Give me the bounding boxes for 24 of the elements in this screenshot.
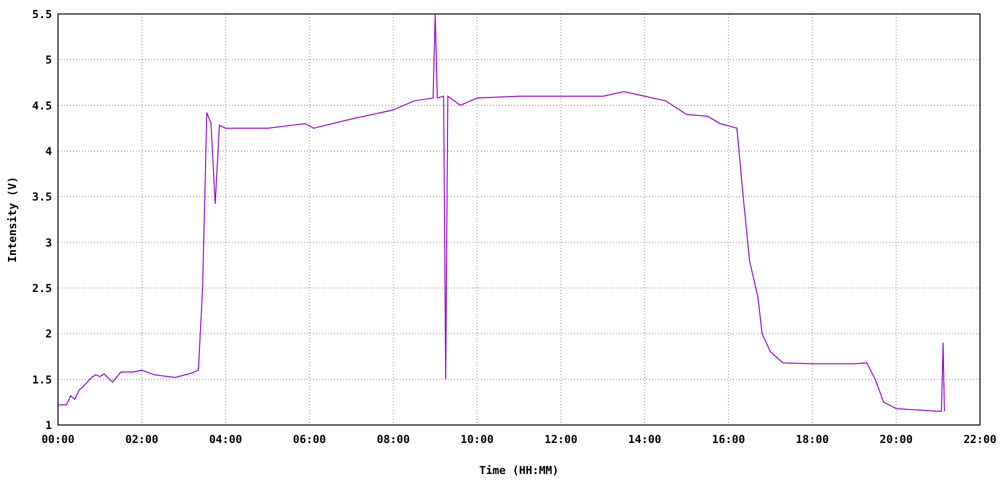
y-axis-title: Intensity (V) xyxy=(6,176,19,263)
x-axis-title: Time (HH:MM) xyxy=(479,464,559,477)
axis-tick-label: 5.5 xyxy=(32,8,52,21)
axis-tick-label: 20:00 xyxy=(880,433,913,446)
axis-tick-label: 14:00 xyxy=(628,433,662,446)
axis-tick-label: 3 xyxy=(45,236,52,250)
axis-tick-label: 4 xyxy=(45,145,52,158)
axis-tick-label: 00:00 xyxy=(41,433,75,446)
axis-tick-label: 06:00 xyxy=(292,433,326,446)
axis-tick-label: 3.5 xyxy=(32,190,52,204)
axis-tick-label: 16:00 xyxy=(712,433,746,446)
axis-tick-label: 08:00 xyxy=(376,433,410,446)
axis-tick-label: 2.5 xyxy=(32,282,52,295)
axis-tick-label: 2 xyxy=(45,328,52,341)
axis-tick-label: 12:00 xyxy=(544,433,578,446)
axis-tick-label: 4.5 xyxy=(32,99,52,112)
axis-tick-label: 04:00 xyxy=(209,433,242,446)
axis-tick-label: 18:00 xyxy=(796,433,829,446)
axis-tick-label: 1 xyxy=(45,419,52,432)
axis-tick-label: 22:00 xyxy=(963,433,997,446)
axis-tick-label: 1.5 xyxy=(32,373,52,386)
axis-tick-label: 5 xyxy=(45,54,52,67)
axis-tick-label: 10:00 xyxy=(460,433,494,446)
axis-tick-label: 02:00 xyxy=(125,433,158,446)
